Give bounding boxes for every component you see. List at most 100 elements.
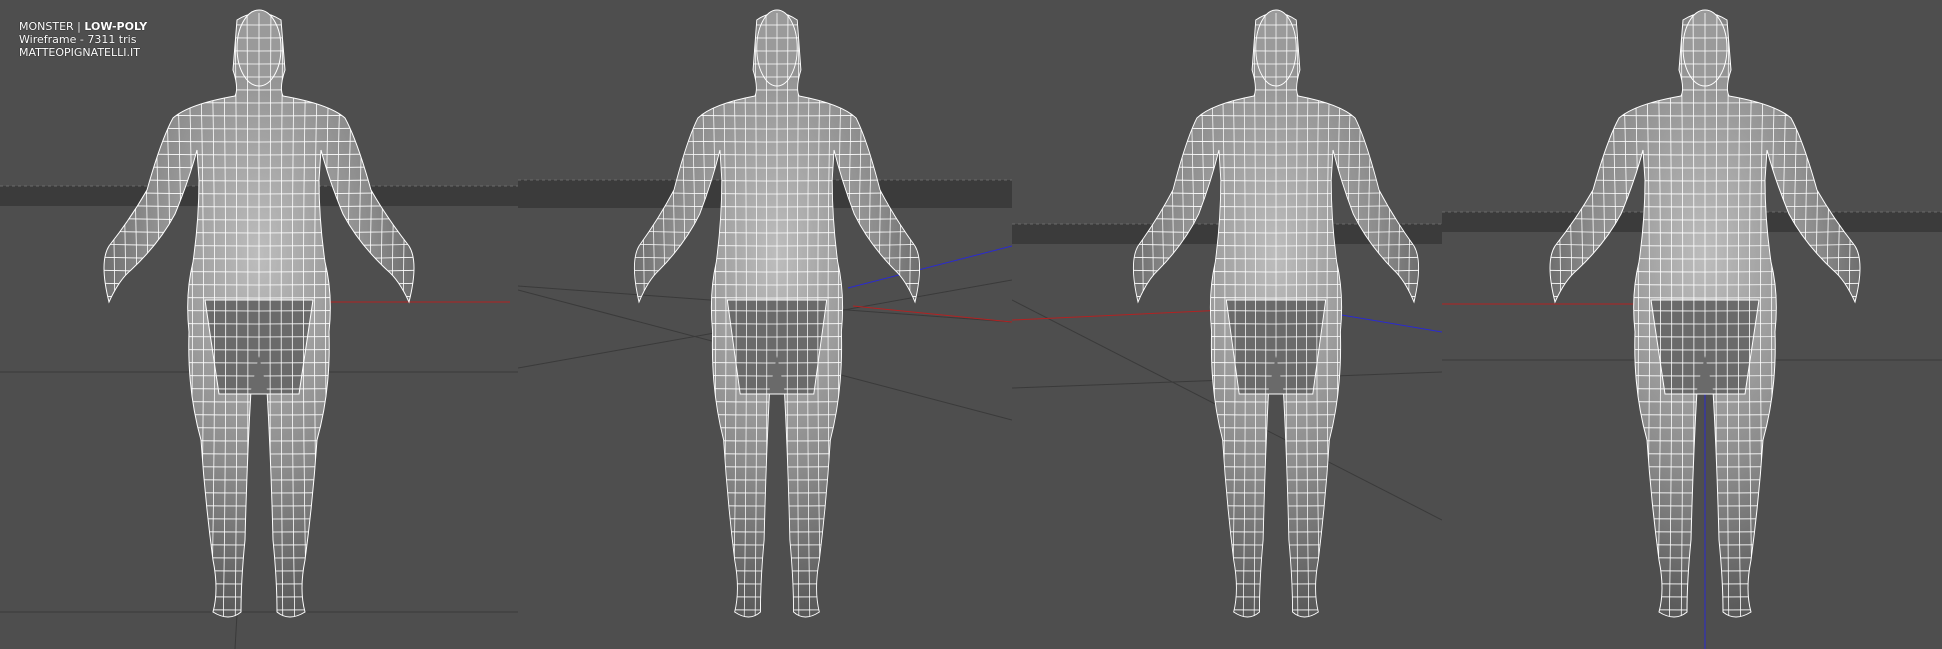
wire-edge (1154, 13, 1165, 617)
wire-edge (104, 529, 414, 533)
wire-edge (1419, 0, 1431, 640)
wire-edge (138, 13, 149, 617)
viewport-back-three-quarter[interactable] (1012, 0, 1442, 649)
viewport-back-three-quarter-canvas (1012, 0, 1442, 640)
wire-edge (358, 13, 368, 617)
wire-edge (1133, 568, 1419, 572)
wire-edge (104, 412, 414, 416)
wire-edge (104, 490, 414, 494)
wire-edge (1804, 13, 1814, 617)
website-label: MATTEOPIGNATELLI.IT (19, 46, 140, 59)
monster-body (621, 9, 934, 623)
monster-body (1120, 0, 1433, 640)
viewport-front-three-quarter[interactable] (518, 0, 1012, 649)
wire-edge (1120, 621, 1433, 623)
model-title: MONSTER | LOW-POLY (19, 20, 147, 33)
model-title-strong: LOW-POLY (84, 20, 148, 33)
z-axis-line (847, 245, 1012, 289)
model-title-prefix: MONSTER | (19, 20, 85, 33)
wire-edge (655, 13, 666, 617)
wire-edge (1620, 13, 1628, 617)
wire-edge (391, 13, 404, 617)
wire-edge (1793, 13, 1802, 617)
wire-edge (899, 13, 910, 617)
wire-edge (104, 581, 414, 585)
wire-edge (336, 13, 344, 617)
wire-edge (126, 13, 138, 617)
wire-edge (1815, 13, 1826, 617)
wire-edge (634, 555, 920, 559)
wire-edge (1133, 607, 1419, 611)
wire-edge (174, 13, 182, 617)
viewport-back[interactable] (1442, 0, 1942, 649)
wire-edge (1408, 13, 1419, 617)
wire-edge (1377, 13, 1387, 617)
wire-edge (634, 490, 920, 494)
wire-edge (634, 542, 920, 546)
wire-edge (634, 399, 920, 403)
wire-edge (1133, 451, 1419, 455)
wire-edge (1572, 13, 1584, 617)
wire-edge (89, 621, 429, 623)
render-stage: MONSTER | LOW-POLY Wireframe - 7311 tris… (0, 0, 1942, 649)
wire-edge (1560, 13, 1573, 617)
monster-body (89, 0, 429, 640)
wire-edge (104, 594, 414, 598)
wire-edge (858, 13, 866, 617)
wire-edge (1187, 13, 1195, 617)
wire-edge (1143, 13, 1154, 617)
viewport-front-canvas (0, 0, 518, 649)
wire-edge (1596, 13, 1606, 617)
wire-edge (634, 581, 920, 585)
wire-edge (634, 464, 920, 468)
wire-edge (104, 503, 414, 507)
wire-edge (634, 568, 920, 572)
wire-edge (1860, 0, 1873, 640)
wire-edge (1133, 438, 1419, 442)
wire-edge (104, 607, 414, 611)
wire-edge (104, 555, 414, 559)
wire-edge (1133, 13, 1144, 617)
wire-edge (1608, 13, 1617, 617)
wire-edge (634, 13, 645, 617)
wire-edge (104, 425, 414, 429)
wire-edge (666, 13, 676, 617)
wire-edge (1837, 13, 1850, 617)
monster-model-front-three-quarter (621, 9, 934, 623)
wire-edge (634, 477, 920, 481)
wire-edge (1848, 13, 1860, 617)
wire-edge (1133, 542, 1419, 546)
wire-edge (1198, 13, 1205, 617)
wire-edge (114, 13, 127, 617)
wire-edge (621, 621, 934, 623)
viewport-front[interactable] (0, 0, 518, 649)
wire-edge (644, 13, 655, 617)
wire-edge (634, 451, 920, 455)
wire-edge (1584, 13, 1595, 617)
wire-edge (1133, 464, 1419, 468)
wire-edge (1165, 13, 1175, 617)
wire-edge (1347, 13, 1354, 617)
wire-edge (104, 438, 414, 442)
wire-edge (634, 438, 920, 442)
wire-edge (162, 13, 171, 617)
wire-edge (1826, 13, 1838, 617)
wire-edge (634, 503, 920, 507)
wire-edge (1133, 555, 1419, 559)
model-info-overlay: MONSTER | LOW-POLY Wireframe - 7311 tris… (19, 20, 147, 59)
wire-edge (1133, 477, 1419, 481)
wire-edge (634, 425, 920, 429)
wire-edge (1133, 425, 1419, 429)
wire-edge (91, 0, 104, 640)
wire-edge (104, 399, 414, 403)
wire-edge (104, 13, 116, 617)
monster-model-back-three-quarter (1120, 0, 1433, 640)
wire-edge (677, 13, 686, 617)
wire-edge (699, 13, 706, 617)
wire-edge (369, 13, 380, 617)
wire-edge (1133, 503, 1419, 507)
wire-edge (1537, 0, 1550, 640)
wire-edge (1133, 594, 1419, 598)
wire-edge (402, 13, 414, 617)
wire-edge (104, 542, 414, 546)
